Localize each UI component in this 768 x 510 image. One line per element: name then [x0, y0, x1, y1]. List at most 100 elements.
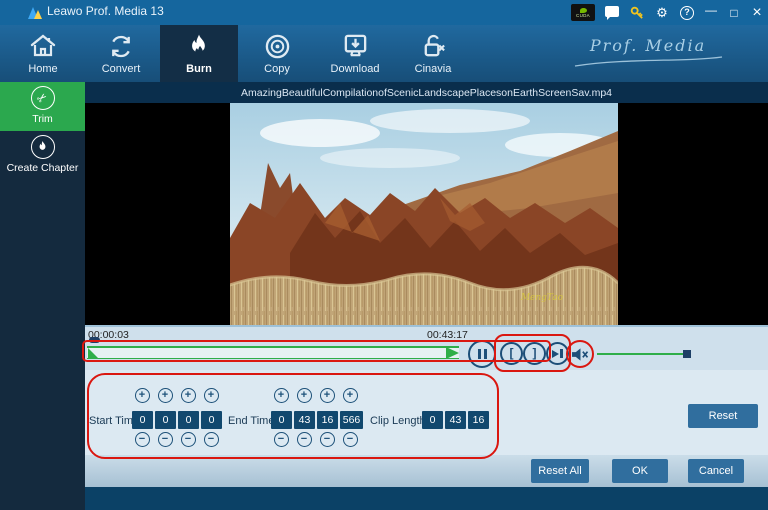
start-seconds-field[interactable]: 0 — [178, 411, 199, 429]
scissors-icon: ✂ — [30, 86, 55, 110]
end-ms-decrease-button[interactable]: − — [342, 432, 358, 447]
set-end-bracket-button[interactable]: ] — [523, 342, 546, 365]
bottom-strip — [85, 487, 768, 510]
tab-cinavia[interactable]: Cinavia — [394, 25, 472, 82]
start-minutes-field[interactable]: 0 — [155, 411, 176, 429]
app-window: Leawo Prof. Media 13 CUDA ⚙ ? — □ × Home… — [0, 0, 768, 510]
right-bracket-icon: ] — [532, 346, 537, 360]
tab-label: Burn — [186, 63, 212, 75]
muted-speaker-icon — [572, 347, 589, 361]
end-time-label: 00:43:17 — [427, 329, 468, 341]
video-watermark: MengTao — [520, 293, 563, 303]
end-hours-field[interactable]: 0 — [271, 411, 292, 429]
end-seconds-increase-button[interactable]: + — [319, 388, 335, 403]
tab-label: Home — [28, 63, 58, 75]
home-icon — [28, 32, 58, 60]
ok-button[interactable]: OK — [612, 459, 668, 483]
titlebar-actions: CUDA ⚙ ? — □ × — [571, 0, 764, 25]
maximize-button[interactable]: □ — [727, 6, 741, 20]
title-bar: Leawo Prof. Media 13 CUDA ⚙ ? — □ × — [0, 0, 768, 25]
tab-label: Convert — [101, 63, 141, 75]
pause-button[interactable] — [468, 340, 496, 368]
tab-label: Cinavia — [414, 63, 452, 75]
video-preview: MengTao — [85, 103, 768, 325]
left-bracket-icon: [ — [509, 346, 514, 360]
start-hours-decrease-button[interactable]: − — [134, 432, 150, 447]
help-button[interactable]: ? — [679, 5, 695, 21]
start-seconds-increase-button[interactable]: + — [180, 388, 196, 403]
start-minutes-decrease-button[interactable]: − — [157, 432, 173, 447]
start-hours-field[interactable]: 0 — [132, 411, 153, 429]
download-icon — [340, 32, 370, 60]
tab-convert[interactable]: Convert — [82, 25, 160, 82]
main-nav: Home Convert Burn Copy Download Cinavia … — [0, 25, 768, 82]
brand-text: Prof. Media — [589, 36, 707, 55]
volume-slider[interactable] — [597, 353, 687, 355]
gear-icon: ⚙ — [656, 5, 668, 20]
clip-length-label: Clip Length: — [370, 415, 429, 427]
start-hours-increase-button[interactable]: + — [134, 388, 150, 403]
window-title: Leawo Prof. Media 13 — [47, 4, 164, 18]
key-icon — [630, 6, 643, 19]
trim-slider-track[interactable] — [87, 346, 459, 359]
trim-settings-panel: Start Time: + + + + 0 0 0 0 − − − − End … — [85, 370, 768, 459]
clip-hours-value: 0 — [422, 411, 443, 429]
playhead-marker[interactable] — [89, 337, 100, 343]
convert-icon — [106, 32, 136, 60]
start-minutes-increase-button[interactable]: + — [157, 388, 173, 403]
end-hours-decrease-button[interactable]: − — [273, 432, 289, 447]
end-minutes-increase-button[interactable]: + — [296, 388, 312, 403]
start-seconds-decrease-button[interactable]: − — [180, 432, 196, 447]
close-button[interactable]: × — [750, 4, 764, 22]
clip-minutes-value: 43 — [445, 411, 466, 429]
set-start-bracket-button[interactable]: [ — [500, 342, 523, 365]
start-ms-field[interactable]: 0 — [201, 411, 222, 429]
sidebar-item-trim[interactable]: ✂ Trim — [0, 82, 85, 131]
mute-button[interactable] — [567, 341, 593, 367]
pause-icon — [477, 349, 487, 359]
end-seconds-decrease-button[interactable]: − — [319, 432, 335, 447]
volume-slider-handle[interactable] — [683, 350, 691, 358]
footer-button-bar: Reset All OK Cancel — [85, 455, 768, 487]
tab-copy[interactable]: Copy — [238, 25, 316, 82]
end-hours-increase-button[interactable]: + — [273, 388, 289, 403]
cuda-badge-icon: CUDA — [571, 4, 595, 21]
register-button[interactable] — [629, 5, 645, 21]
logo-shape — [34, 10, 42, 19]
brand-logo: Prof. Media — [568, 36, 728, 73]
end-ms-increase-button[interactable]: + — [342, 388, 358, 403]
reset-button[interactable]: Reset — [688, 404, 758, 428]
tab-home[interactable]: Home — [4, 25, 82, 82]
play-to-end-icon — [552, 349, 563, 358]
video-still-mountains — [229, 103, 620, 325]
cancel-button[interactable]: Cancel — [688, 459, 744, 483]
tab-burn[interactable]: Burn — [160, 25, 238, 82]
minimize-button[interactable]: — — [704, 3, 718, 17]
end-seconds-field[interactable]: 16 — [317, 411, 338, 429]
start-ms-decrease-button[interactable]: − — [203, 432, 219, 447]
video-frame: MengTao — [229, 103, 620, 325]
tab-label: Copy — [264, 63, 290, 75]
feedback-button[interactable] — [604, 5, 620, 21]
end-minutes-field[interactable]: 43 — [294, 411, 315, 429]
cuda-label: CUDA — [576, 12, 590, 18]
tab-label: Download — [330, 63, 380, 75]
playback-control-bar: 00:00:03 00:43:17 [ ] — [82, 325, 768, 372]
end-minutes-decrease-button[interactable]: − — [296, 432, 312, 447]
sidebar: ✂ Trim Create Chapter — [0, 82, 85, 510]
leawo-logo-icon — [28, 5, 43, 20]
start-ms-increase-button[interactable]: + — [203, 388, 219, 403]
tab-download[interactable]: Download — [316, 25, 394, 82]
help-icon: ? — [680, 5, 694, 20]
settings-button[interactable]: ⚙ — [654, 5, 670, 21]
video-filename: AmazingBeautifulCompilationofScenicLands… — [240, 86, 613, 99]
clip-seconds-value: 16 — [468, 411, 489, 429]
reset-all-button[interactable]: Reset All — [531, 459, 589, 483]
sidebar-item-label: Trim — [32, 113, 53, 125]
play-to-end-button[interactable] — [546, 342, 569, 365]
filename-bar: AmazingBeautifulCompilationofScenicLands… — [85, 82, 768, 103]
unlock-icon — [418, 32, 448, 60]
sidebar-item-create-chapter[interactable]: Create Chapter — [0, 131, 85, 180]
end-ms-field[interactable]: 566 — [340, 411, 363, 429]
sidebar-item-label: Create Chapter — [6, 162, 79, 174]
